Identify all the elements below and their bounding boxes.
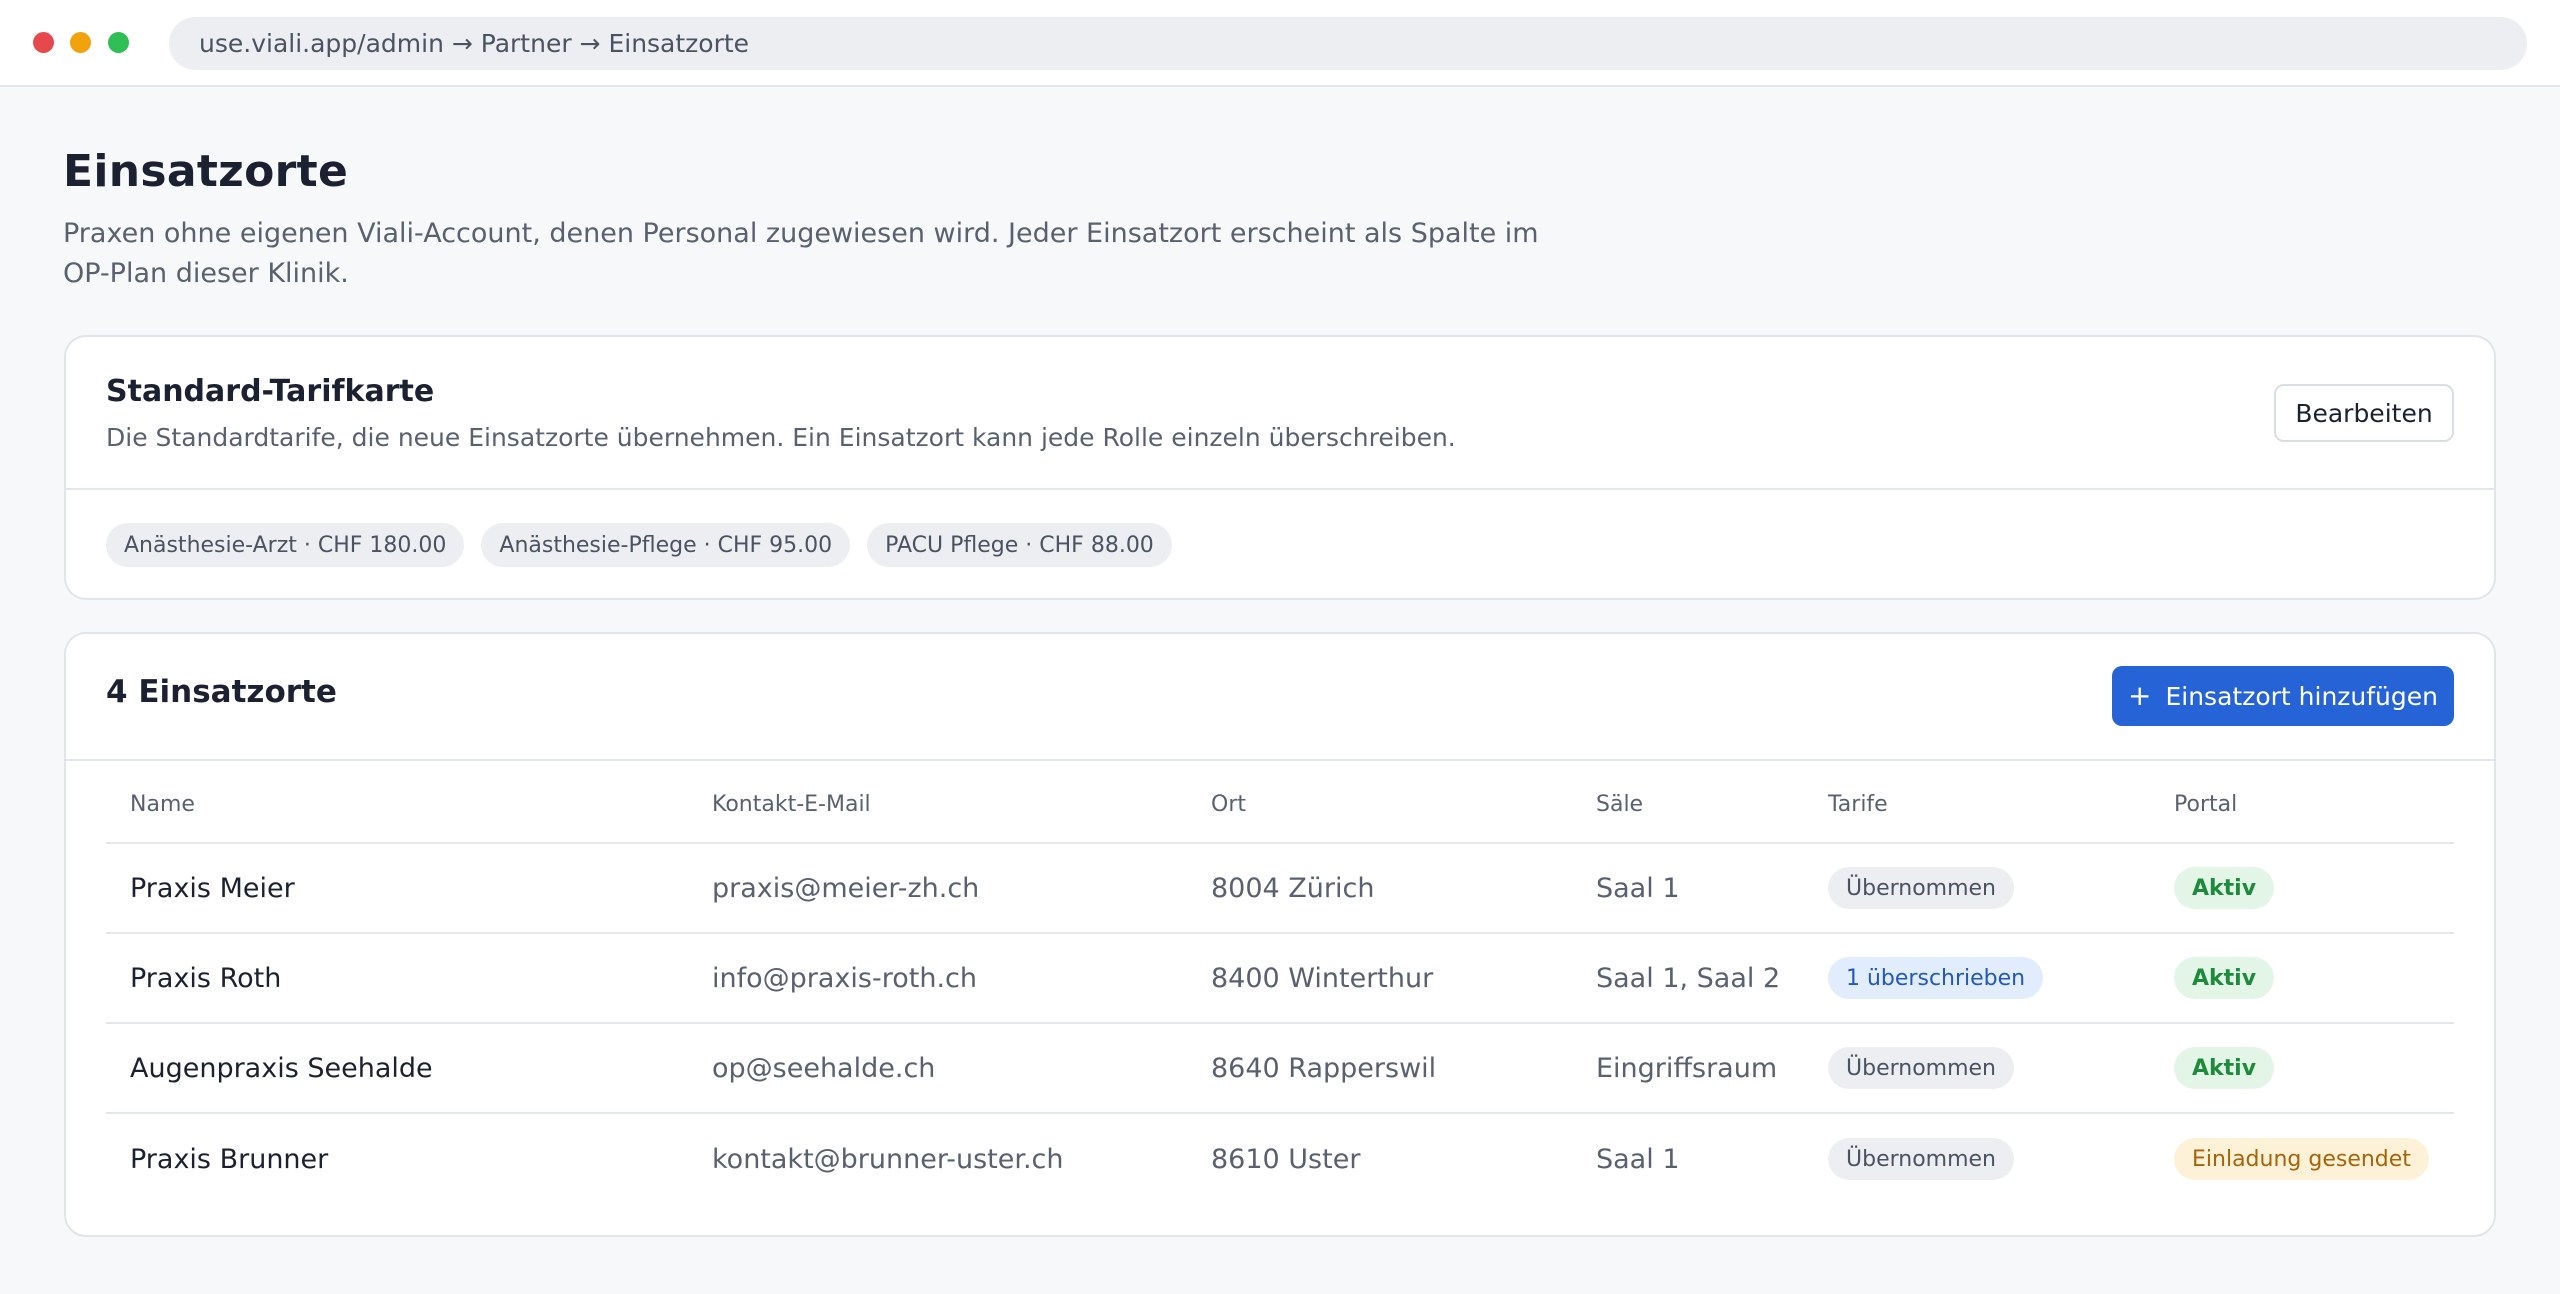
column-header-portal[interactable]: Portal (2174, 760, 2237, 842)
tarife-cell: Übernommen (1828, 1024, 2015, 1112)
page-title: Einsatzorte (63, 146, 349, 197)
column-header-email[interactable]: Kontakt-E-Mail (712, 760, 871, 842)
close-window-button[interactable] (33, 32, 54, 53)
tarife-cell: Übernommen (1828, 844, 2015, 932)
column-header-ort[interactable]: Ort (1211, 760, 1246, 842)
tariff-card-title: Standard-Tarifkarte (106, 374, 435, 409)
table-row[interactable]: Praxis Meier praxis@meier-zh.ch 8004 Zür… (106, 844, 2454, 934)
plus-icon: + (2128, 679, 2152, 712)
tarife-badge: Übernommen (1828, 867, 2015, 909)
tariff-chip: PACU Pflege · CHF 88.00 (867, 523, 1172, 567)
standard-tariff-card: Standard-Tarifkarte Die Standardtarife, … (64, 335, 2496, 600)
location-name[interactable]: Praxis Meier (130, 844, 295, 932)
locations-count-title: 4 Einsatzorte (106, 674, 337, 710)
tariff-card-description: Die Standardtarife, die neue Einsatzorte… (106, 423, 1456, 452)
portal-cell: Aktiv (2174, 844, 2275, 932)
portal-status-badge: Aktiv (2174, 1047, 2275, 1089)
browser-chrome: use.viali.app/admin → Partner → Einsatzo… (0, 0, 2560, 87)
column-header-saele[interactable]: Säle (1596, 760, 1643, 842)
location-name[interactable]: Praxis Roth (130, 934, 281, 1022)
table-row[interactable]: Praxis Brunner kontakt@brunner-uster.ch … (106, 1114, 2454, 1204)
tariff-chip-list: Anästhesie-Arzt · CHF 180.00 Anästhesie-… (106, 523, 1172, 567)
portal-cell: Aktiv (2174, 1024, 2275, 1112)
table-row[interactable]: Praxis Roth info@praxis-roth.ch 8400 Win… (106, 934, 2454, 1024)
location-saele: Saal 1, Saal 2 (1596, 962, 1781, 994)
minimize-window-button[interactable] (70, 32, 91, 53)
address-bar[interactable]: use.viali.app/admin → Partner → Einsatzo… (169, 17, 2527, 70)
column-header-tarife[interactable]: Tarife (1828, 760, 1888, 842)
location-saele: Saal 1 (1596, 872, 1680, 904)
maximize-window-button[interactable] (108, 32, 129, 53)
location-email: kontakt@brunner-uster.ch (712, 1143, 1064, 1175)
location-email: praxis@meier-zh.ch (712, 872, 980, 904)
add-location-button[interactable]: + Einsatzort hinzufügen (2112, 666, 2454, 726)
location-ort: 8400 Winterthur (1211, 962, 1434, 994)
location-email: info@praxis-roth.ch (712, 962, 977, 994)
location-ort: 8640 Rapperswil (1211, 1052, 1437, 1084)
portal-cell: Einladung gesendet (2174, 1114, 2429, 1204)
tarife-badge: Übernommen (1828, 1138, 2015, 1180)
location-ort: 8610 Uster (1211, 1143, 1361, 1175)
portal-status-badge: Aktiv (2174, 957, 2275, 999)
column-header-name[interactable]: Name (130, 760, 195, 842)
portal-cell: Aktiv (2174, 934, 2275, 1022)
tarife-cell: Übernommen (1828, 1114, 2015, 1204)
tarife-cell: 1 überschrieben (1828, 934, 2044, 1022)
locations-card: 4 Einsatzorte + Einsatzort hinzufügen Na… (64, 632, 2496, 1237)
table-row[interactable]: Augenpraxis Seehalde op@seehalde.ch 8640… (106, 1024, 2454, 1114)
location-name[interactable]: Augenpraxis Seehalde (130, 1024, 433, 1112)
page-description: Praxen ohne eigenen Viali-Account, denen… (63, 218, 1539, 289)
location-email: op@seehalde.ch (712, 1052, 936, 1084)
tarife-badge: Übernommen (1828, 1047, 2015, 1089)
table-header-row: Name Kontakt-E-Mail Ort Säle Tarife Port… (106, 760, 2454, 844)
tarife-badge: 1 überschrieben (1828, 957, 2044, 999)
card-divider (66, 488, 2494, 490)
portal-status-badge: Einladung gesendet (2174, 1138, 2429, 1180)
tariff-chip: Anästhesie-Arzt · CHF 180.00 (106, 523, 465, 567)
edit-tariff-button[interactable]: Bearbeiten (2274, 384, 2454, 442)
url-text: use.viali.app/admin → Partner → Einsatzo… (199, 29, 750, 58)
tariff-chip: Anästhesie-Pflege · CHF 95.00 (481, 523, 851, 567)
portal-status-badge: Aktiv (2174, 867, 2275, 909)
add-location-label: Einsatzort hinzufügen (2165, 681, 2438, 711)
locations-table: Name Kontakt-E-Mail Ort Säle Tarife Port… (106, 760, 2454, 1204)
location-name[interactable]: Praxis Brunner (130, 1114, 328, 1204)
location-saele: Eingriffsraum (1596, 1052, 1778, 1084)
location-ort: 8004 Zürich (1211, 872, 1375, 904)
location-saele: Saal 1 (1596, 1143, 1680, 1175)
